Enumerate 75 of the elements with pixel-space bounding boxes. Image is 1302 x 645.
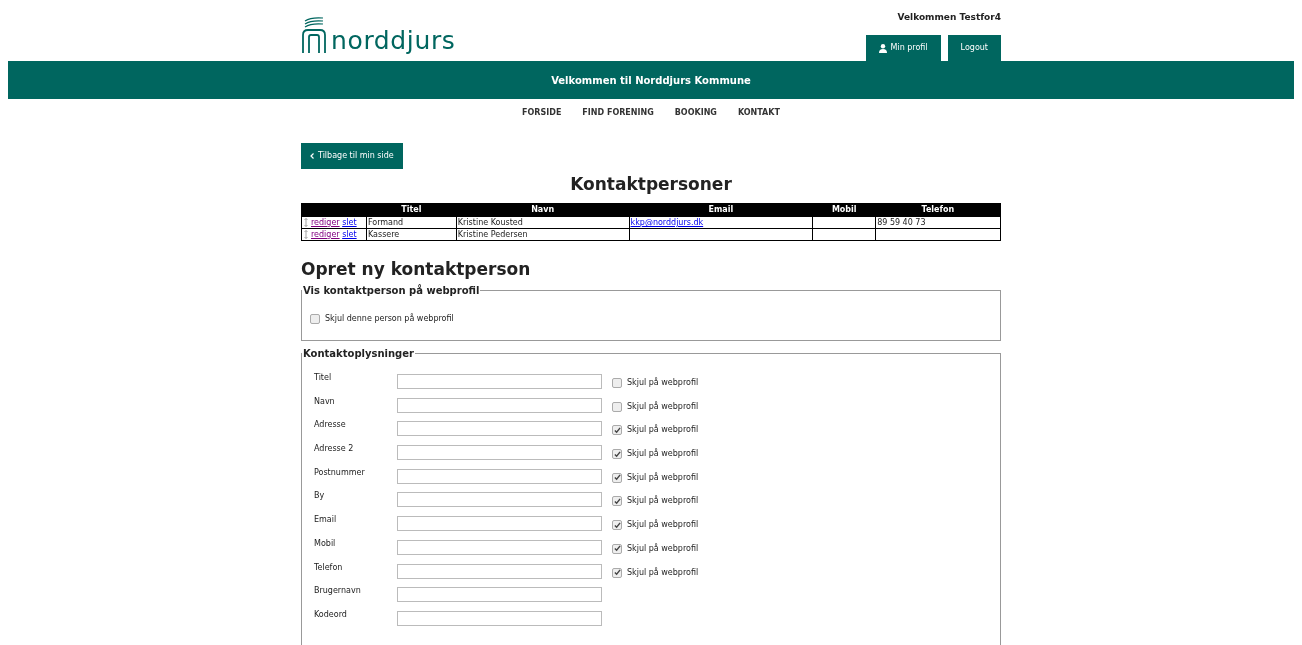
edit-link[interactable]: rediger [311, 218, 340, 227]
checkbox[interactable] [310, 314, 320, 324]
input-field[interactable] [397, 587, 602, 603]
input-field[interactable] [397, 374, 602, 389]
checkbox-label: Skjul på webprofil [627, 448, 699, 461]
fieldset-legend: Vis kontaktperson på webprofil [302, 283, 481, 298]
edit-link[interactable]: rediger [311, 230, 340, 239]
chevron-left-icon [310, 153, 314, 159]
checkbox-label: Skjul på webprofil [627, 566, 699, 579]
column-header: Mobil [812, 203, 876, 217]
field-label: Titel [313, 373, 333, 383]
checkbox[interactable] [612, 401, 622, 412]
logo-text: norddjurs [331, 28, 456, 53]
input-field[interactable] [397, 516, 602, 532]
input-field[interactable] [397, 445, 602, 461]
drag-handle-icon[interactable] [304, 230, 308, 239]
input-field[interactable] [397, 539, 602, 555]
checkbox-label: Skjul denne person på webprofil [325, 313, 454, 325]
column-header: Navn [456, 203, 630, 217]
delete-link[interactable]: slet [342, 230, 357, 239]
welcome-text: Velkommen Testfor4 [897, 11, 1001, 24]
input-field[interactable] [397, 468, 602, 484]
field-label: Postnummer [313, 467, 366, 478]
table-cell: Kassere [367, 230, 400, 239]
banner-title: Velkommen til Norddjurs Kommune [551, 73, 751, 88]
input-field[interactable] [397, 492, 602, 508]
field-label: By [313, 491, 326, 502]
nav-link[interactable]: FORSIDE [522, 106, 562, 119]
checkbox[interactable] [612, 520, 622, 531]
delete-link[interactable]: slet [342, 218, 357, 227]
logout-button[interactable]: Logout [947, 34, 1001, 62]
checkbox[interactable] [612, 496, 622, 507]
checkbox-label: Skjul på webprofil [627, 542, 699, 555]
field-label: Email [313, 515, 338, 526]
input-field[interactable] [397, 563, 602, 579]
table-cell: Formand [367, 218, 404, 227]
checkbox[interactable] [612, 449, 622, 460]
table-cell: Kristine Pedersen [457, 230, 528, 239]
checkbox[interactable] [612, 567, 622, 578]
fieldset-legend: Kontaktoplysninger [302, 346, 415, 361]
checkbox[interactable] [612, 378, 622, 388]
checkbox[interactable] [612, 425, 622, 436]
input-field[interactable] [397, 397, 602, 413]
logo-icon [301, 15, 327, 53]
checkbox-label: Skjul på webprofil [627, 471, 699, 484]
profile-button[interactable]: Min profil [865, 34, 941, 62]
field-label: Telefon [313, 562, 344, 573]
back-button[interactable]: Tilbage til min side [301, 143, 403, 169]
checkbox-label: Skjul på webprofil [627, 400, 699, 413]
field-label: Kodeord [313, 609, 348, 620]
nav-link[interactable]: FIND FORENING [582, 106, 654, 119]
user-icon [878, 43, 887, 53]
column-header: Email [629, 203, 813, 217]
checkbox[interactable] [612, 543, 622, 554]
input-field[interactable] [397, 421, 602, 437]
checkbox-label: Skjul på webprofil [627, 424, 699, 437]
table-cell: Kristine Kousted [457, 218, 523, 227]
checkbox-label: Skjul på webprofil [627, 377, 699, 389]
table-cell: 89 59 40 73 [877, 218, 926, 227]
checkbox-label: Skjul på webprofil [627, 495, 699, 508]
nav-link[interactable]: BOOKING [674, 106, 717, 119]
column-header: Telefon [875, 203, 1001, 217]
checkbox[interactable] [612, 472, 622, 483]
column-header: Titel [366, 203, 457, 217]
field-label: Adresse [313, 420, 347, 431]
form-heading: Opret ny kontaktperson [301, 258, 532, 281]
input-field[interactable] [397, 610, 602, 626]
field-label: Navn [313, 396, 336, 407]
drag-handle-icon[interactable] [304, 218, 308, 227]
nav-link[interactable]: KONTAKT [737, 106, 780, 119]
checkbox-label: Skjul på webprofil [627, 519, 699, 532]
field-label: Adresse 2 [313, 444, 355, 455]
field-label: Brugernavn [313, 586, 362, 597]
section-heading: Kontaktpersoner [569, 173, 733, 196]
field-label: Mobil [313, 538, 337, 549]
